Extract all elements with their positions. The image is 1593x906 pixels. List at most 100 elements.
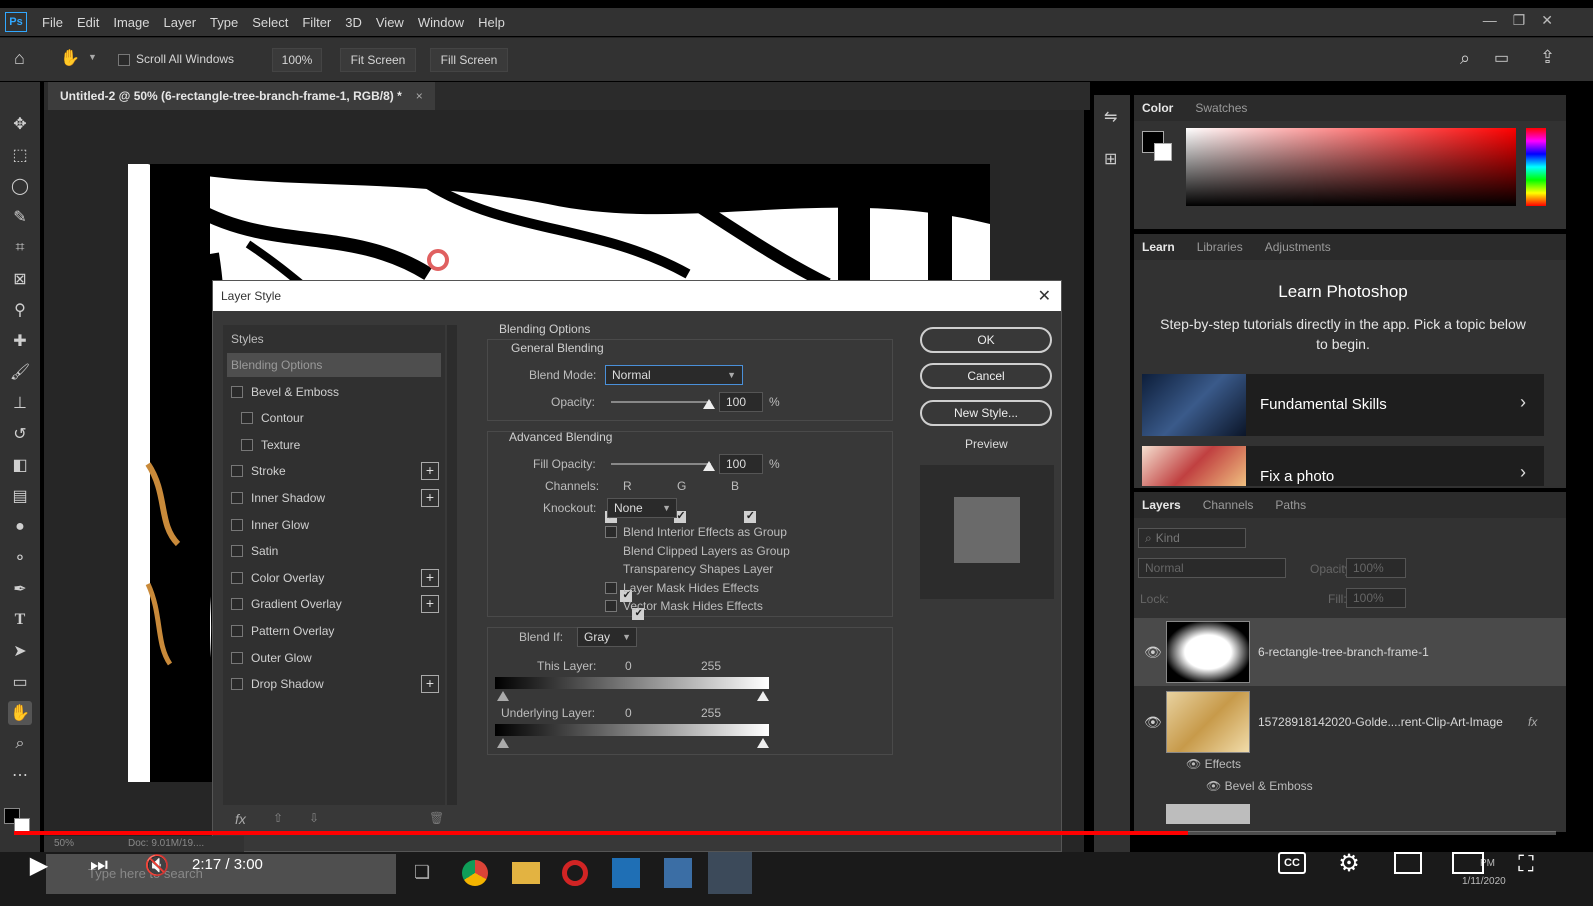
blend-mode-select[interactable]: Normal ▼ <box>605 365 743 385</box>
move-down-icon[interactable]: ⇩ <box>309 811 319 825</box>
advanced-option-checkbox[interactable] <box>605 581 617 594</box>
style-item-texture[interactable]: Texture <box>227 433 441 457</box>
miniplayer-icon[interactable] <box>1394 852 1422 874</box>
style-item-outer-glow[interactable]: Outer Glow <box>227 646 441 670</box>
hue-slider[interactable] <box>1526 128 1546 206</box>
eye-icon[interactable]: 👁 <box>1144 644 1162 661</box>
share-icon[interactable]: ⇪ <box>1540 47 1555 68</box>
opacity-slider[interactable] <box>611 401 711 403</box>
style-checkbox[interactable] <box>231 518 243 531</box>
tab-swatches[interactable]: Swatches <box>1195 101 1247 115</box>
mute-icon[interactable]: 🔇 <box>142 850 172 880</box>
quick-select-tool-icon[interactable]: ✎ <box>8 205 32 229</box>
advanced-option-checkbox[interactable] <box>605 526 617 538</box>
style-checkbox[interactable] <box>231 545 243 558</box>
add-style-plus-icon[interactable]: + <box>421 568 439 587</box>
lasso-tool-icon[interactable]: ◯ <box>8 174 32 198</box>
next-icon[interactable]: ⏭ <box>84 850 114 880</box>
rectangle-tool-icon[interactable]: ▭ <box>8 670 32 694</box>
eye-icon[interactable]: 👁 <box>1206 779 1221 793</box>
this-layer-gradient-slider[interactable] <box>495 677 769 689</box>
this-layer-black-knob[interactable] <box>497 691 509 701</box>
color-picker-field[interactable] <box>1186 128 1516 206</box>
add-style-plus-icon[interactable]: + <box>421 489 439 507</box>
trash-icon[interactable]: 🗑 <box>429 811 444 825</box>
new-style-button[interactable]: New Style... <box>920 400 1052 426</box>
opacity-field[interactable]: 100 <box>719 392 763 412</box>
fill-opacity-field[interactable]: 100 <box>719 454 763 474</box>
menu-edit[interactable]: Edit <box>70 15 106 30</box>
marquee-tool-icon[interactable]: ⬚ <box>8 143 32 167</box>
topic-card-fundamental-skills[interactable]: Fundamental Skills › <box>1142 374 1544 436</box>
close-tab-icon[interactable]: × <box>416 89 423 103</box>
properties-panel-icon[interactable]: ⊞ <box>1104 149 1117 169</box>
layer-blend-mode-select[interactable]: Normal <box>1138 558 1286 578</box>
frame-tool-icon[interactable]: ⊠ <box>8 267 32 291</box>
style-item-satin[interactable]: Satin <box>227 539 441 563</box>
style-item-color-overlay[interactable]: Color Overlay + <box>227 566 441 590</box>
hand-tool-icon[interactable]: ✋ <box>60 48 80 68</box>
layer-fill-field[interactable]: 100% <box>1346 588 1406 608</box>
style-item-blending-options[interactable]: Blending Options <box>227 353 441 377</box>
style-checkbox[interactable] <box>231 678 243 691</box>
captions-icon[interactable]: CC <box>1278 852 1306 874</box>
fit-screen-button[interactable]: Fit Screen <box>340 48 416 72</box>
pen-tool-icon[interactable]: ✒ <box>8 577 32 601</box>
menu-view[interactable]: View <box>369 15 411 30</box>
zoom-tool-icon[interactable]: ⌕ <box>8 732 32 756</box>
chevron-down-icon[interactable]: ▼ <box>88 52 97 62</box>
channel-b-checkbox[interactable] <box>743 509 756 523</box>
restore-icon[interactable]: ❐ <box>1513 12 1526 29</box>
menu-help[interactable]: Help <box>471 15 512 30</box>
minimize-icon[interactable]: — <box>1483 12 1497 29</box>
add-style-plus-icon[interactable]: + <box>421 462 439 481</box>
add-style-plus-icon[interactable]: + <box>421 675 439 694</box>
opacity-slider-knob[interactable] <box>703 399 715 409</box>
move-up-icon[interactable]: ⇧ <box>273 811 283 825</box>
knockout-select[interactable]: None ▼ <box>607 498 677 518</box>
history-brush-icon[interactable]: ↺ <box>8 422 32 446</box>
history-panel-icon[interactable]: ⇋ <box>1104 107 1117 127</box>
style-item-pattern-overlay[interactable]: Pattern Overlay <box>227 619 441 643</box>
style-checkbox[interactable] <box>231 492 243 504</box>
fill-opacity-slider[interactable] <box>611 463 711 465</box>
eye-icon[interactable]: 👁 <box>1186 757 1201 771</box>
crop-tool-icon[interactable]: ⌗ <box>8 236 32 260</box>
style-checkbox[interactable] <box>231 625 243 637</box>
close-icon[interactable]: ✕ <box>1038 286 1051 306</box>
style-item-contour[interactable]: Contour <box>227 406 441 430</box>
style-checkbox[interactable] <box>231 651 243 664</box>
style-item-drop-shadow[interactable]: Drop Shadow + <box>227 672 441 696</box>
layer-opacity-field[interactable]: 100% <box>1346 558 1406 578</box>
home-icon[interactable]: ⌂ <box>14 48 25 69</box>
search-icon[interactable]: ⌕ <box>1460 48 1470 69</box>
effect-item-row[interactable]: 👁 Bevel & Emboss <box>1206 779 1313 793</box>
fullscreen-icon[interactable]: ⛶ <box>1512 850 1540 878</box>
eraser-tool-icon[interactable]: ◧ <box>8 453 32 477</box>
style-item-inner-glow[interactable]: Inner Glow <box>227 513 441 537</box>
workspace-icon[interactable]: ▭ <box>1494 48 1509 68</box>
tab-libraries[interactable]: Libraries <box>1197 240 1243 254</box>
tab-learn[interactable]: Learn <box>1142 240 1175 254</box>
style-item-gradient-overlay[interactable]: Gradient Overlay + <box>227 592 441 616</box>
dodge-tool-icon[interactable]: ⚬ <box>8 546 32 570</box>
style-item-stroke[interactable]: Stroke + <box>227 459 441 483</box>
menu-image[interactable]: Image <box>106 15 156 30</box>
zoom-100-button[interactable]: 100% <box>272 48 322 72</box>
healing-brush-icon[interactable]: ✚ <box>8 329 32 353</box>
tab-color[interactable]: Color <box>1142 101 1173 115</box>
menu-window[interactable]: Window <box>411 15 471 30</box>
ok-button[interactable]: OK <box>920 327 1052 353</box>
style-checkbox[interactable] <box>231 571 243 584</box>
style-checkbox[interactable] <box>231 385 243 398</box>
style-checkbox[interactable] <box>231 465 243 478</box>
style-item-bevel-emboss[interactable]: Bevel & Emboss <box>227 380 441 404</box>
layer-filter-kind[interactable]: ⌕ Kind <box>1138 528 1246 548</box>
topic-card-fix-a-photo[interactable]: Fix a photo › <box>1142 446 1544 486</box>
styles-scrollbar[interactable] <box>447 325 457 805</box>
tab-layers[interactable]: Layers <box>1142 498 1181 512</box>
menu-file[interactable]: File <box>35 15 70 30</box>
stamp-tool-icon[interactable]: ⊥ <box>8 391 32 415</box>
theater-mode-icon[interactable] <box>1452 852 1484 874</box>
cancel-button[interactable]: Cancel <box>920 363 1052 389</box>
